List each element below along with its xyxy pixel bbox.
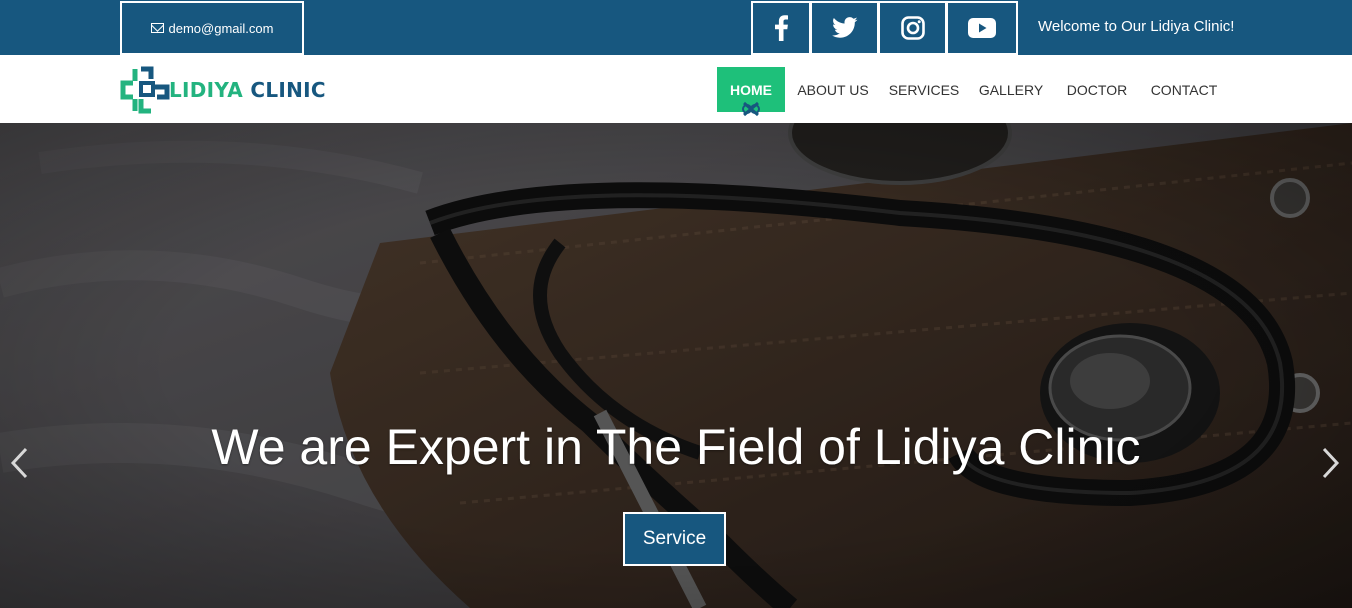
twitter-icon <box>831 17 857 38</box>
email-link[interactable]: demo@gmail.com <box>120 1 304 55</box>
brand-name: LIDIYA CLINIC <box>169 78 326 102</box>
brand-name-part2: CLINIC <box>250 78 326 102</box>
hero-title: We are Expert in The Field of Lidiya Cli… <box>211 419 1141 475</box>
email-text: demo@gmail.com <box>168 20 274 36</box>
nav-contact[interactable]: CONTACT <box>1145 67 1223 112</box>
youtube-button[interactable] <box>946 1 1018 55</box>
youtube-icon <box>968 18 996 38</box>
hero-slider: We are Expert in The Field of Lidiya Cli… <box>0 123 1352 608</box>
facebook-icon <box>775 15 788 41</box>
twitter-button[interactable] <box>810 1 879 55</box>
medical-cross-logo-icon <box>120 66 170 114</box>
nav-services[interactable]: SERVICES <box>884 67 964 112</box>
instagram-button[interactable] <box>878 1 947 55</box>
nav-gallery[interactable]: GALLERY <box>974 67 1048 112</box>
top-bar: demo@gmail.com Welcome to Our Lidiya Cli… <box>0 0 1352 55</box>
instagram-icon <box>900 16 925 40</box>
envelope-icon <box>150 23 164 33</box>
facebook-button[interactable] <box>751 1 811 55</box>
brand-logo[interactable]: LIDIYA CLINIC <box>119 65 326 115</box>
main-navbar: LIDIYA CLINIC HOME ABOUT US SERVICES GAL… <box>0 55 1352 123</box>
nav-doctor[interactable]: DOCTOR <box>1060 67 1134 112</box>
brand-name-part1: LIDIYA <box>169 78 244 102</box>
nav-about-us[interactable]: ABOUT US <box>790 67 876 112</box>
welcome-text: Welcome to Our Lidiya Clinic! <box>1038 18 1235 35</box>
active-nav-marker-icon <box>742 101 760 117</box>
service-button[interactable]: Service <box>623 512 726 566</box>
